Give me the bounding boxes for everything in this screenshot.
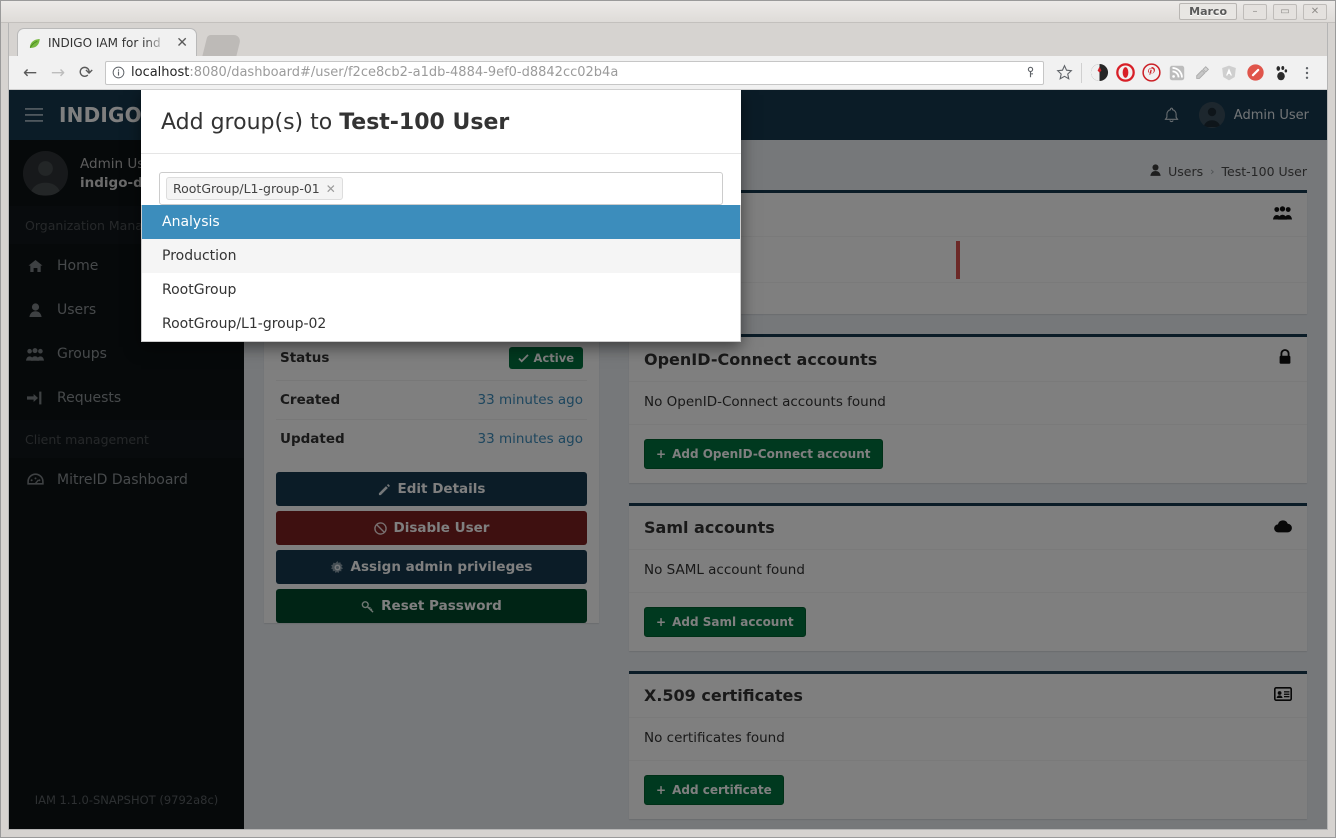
bookmark-star-icon[interactable] (1052, 61, 1076, 85)
dropdown-option-rootgroup[interactable]: RootGroup (142, 273, 740, 307)
address-bar[interactable]: localhost:8080/dashboard#/user/f2ce8cb2-… (105, 61, 1044, 85)
page-viewport: INDIGO IAM Admin User (9, 90, 1327, 829)
evernote-clipper-extension-icon[interactable] (1191, 61, 1215, 85)
browser-tabstrip: INDIGO IAM for ind ✕ (9, 23, 1327, 56)
toolbar-divider (1081, 63, 1082, 83)
back-button[interactable]: ← (17, 60, 43, 86)
modal-title-prefix: Add group(s) to (161, 110, 339, 135)
window-title: Marco (1179, 3, 1237, 20)
new-tab-button[interactable] (202, 35, 241, 56)
forward-button[interactable]: → (45, 60, 71, 86)
selected-group-tag[interactable]: RootGroup/L1-group-01 ✕ (166, 177, 343, 200)
ghostery-extension-icon[interactable] (1087, 61, 1111, 85)
pinterest-extension-icon[interactable] (1139, 61, 1163, 85)
modal-body: RootGroup/L1-group-01 ✕ (141, 154, 741, 205)
key-icon[interactable] (1024, 66, 1037, 79)
group-select-input[interactable]: RootGroup/L1-group-01 ✕ (159, 172, 723, 205)
window-maximize-button[interactable]: ▭ (1273, 4, 1297, 20)
window-minimize-button[interactable]: – (1243, 4, 1267, 20)
leaf-icon (28, 36, 42, 50)
rss-feed-extension-icon[interactable] (1165, 61, 1189, 85)
angularjs-batarang-extension-icon[interactable] (1217, 61, 1241, 85)
modal-title: Add group(s) to Test-100 User (161, 110, 721, 135)
group-options-dropdown[interactable]: Analysis Production RootGroup RootGroup/… (141, 205, 741, 342)
dropdown-option-rootgroup-l1-group-02[interactable]: RootGroup/L1-group-02 (142, 307, 740, 341)
page-info-icon[interactable] (112, 66, 125, 79)
url-host: localhost (131, 65, 189, 80)
browser-window: INDIGO IAM for ind ✕ ← → ⟳ localhost:808… (8, 23, 1328, 830)
add-groups-modal: Add group(s) to Test-100 User RootGroup/… (141, 90, 741, 342)
browser-toolbar: ← → ⟳ localhost:8080/dashboard#/user/f2c… (9, 56, 1327, 90)
browser-tab-title: INDIGO IAM for ind (48, 36, 168, 50)
address-bar-url: localhost:8080/dashboard#/user/f2ce8cb2-… (131, 65, 618, 80)
dropdown-option-analysis[interactable]: Analysis (142, 205, 740, 239)
adblock-extension-icon[interactable] (1243, 61, 1267, 85)
gnome-extension-icon[interactable] (1269, 61, 1293, 85)
modal-title-subject: Test-100 User (339, 110, 509, 135)
url-path: :8080/dashboard#/user/f2ce8cb2-a1db-4884… (189, 65, 618, 80)
os-titlebar: Marco – ▭ ✕ (1, 1, 1335, 23)
os-window: Marco – ▭ ✕ INDIGO IAM for ind ✕ ← → ⟳ (0, 0, 1336, 838)
tag-label: RootGroup/L1-group-01 (173, 181, 320, 196)
chrome-menu-icon[interactable] (1295, 61, 1319, 85)
window-close-button[interactable]: ✕ (1303, 4, 1327, 20)
dropdown-option-production[interactable]: Production (142, 239, 740, 273)
browser-tab-close-icon[interactable]: ✕ (174, 36, 190, 50)
opera-vpn-extension-icon[interactable] (1113, 61, 1137, 85)
modal-header: Add group(s) to Test-100 User (141, 90, 741, 154)
reload-button[interactable]: ⟳ (73, 60, 99, 86)
browser-tab[interactable]: INDIGO IAM for ind ✕ (17, 28, 197, 56)
close-icon[interactable]: ✕ (326, 182, 336, 196)
